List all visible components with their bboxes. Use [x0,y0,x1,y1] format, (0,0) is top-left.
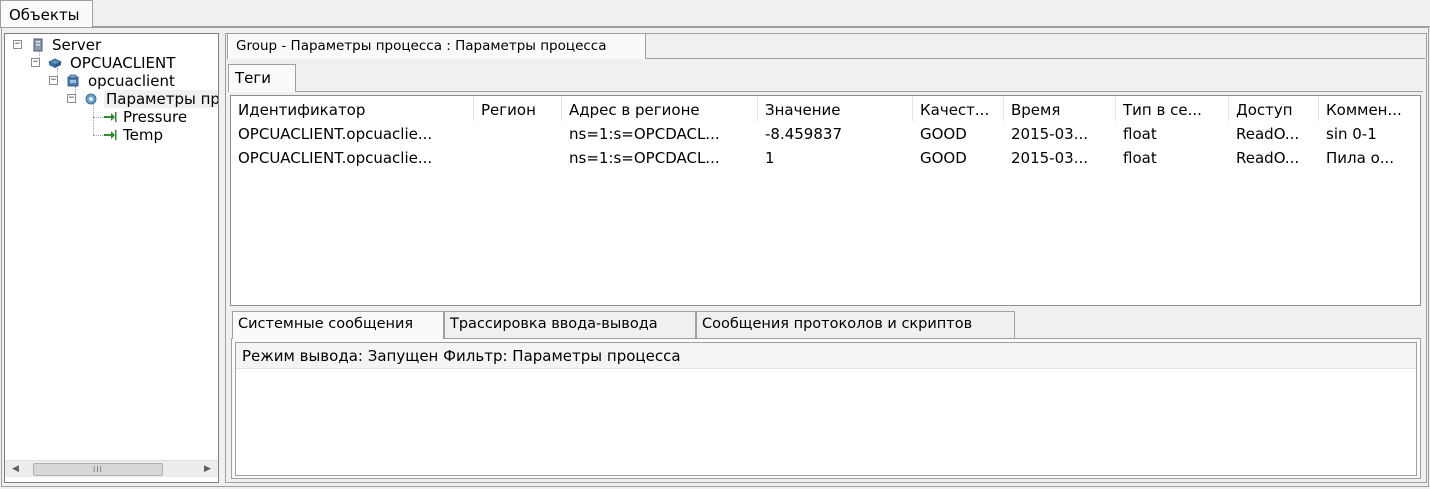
tree-node-label: opcuaclient [88,72,175,90]
object-tree[interactable]: − Server − OPCUACLIENT − opcuaclient − П… [4,33,219,483]
table-cell [474,146,562,170]
tree-node-label: Temp [123,126,163,144]
collapse-icon[interactable]: − [13,40,22,49]
table-cell: OPCUACLIENT.opcuaclie... [238,125,433,143]
scroll-left-icon[interactable]: ◀ [7,461,24,478]
column-header-access[interactable]: Доступ [1229,96,1319,121]
column-header-time[interactable]: Время [1004,96,1116,121]
table-cell: ns=1:s=OPCDACL... [569,149,720,167]
column-header-quality[interactable]: Качест... [913,96,1004,121]
tree-node-pressure[interactable]: Pressure [5,108,218,126]
tab-divider [228,91,1423,92]
table-cell: 2015-03... [1011,149,1088,167]
table-cell: ReadO... [1236,149,1300,167]
table-cell: float [1123,149,1157,167]
driver-icon [48,58,62,68]
tab-group-process-params[interactable]: Group - Параметры процесса : Параметры п… [227,33,646,59]
table-cell: ns=1:s=OPCDACL... [569,125,720,143]
table-cell: sin 0-1 [1326,125,1377,143]
table-cell [474,122,562,146]
scroll-right-icon[interactable]: ▶ [199,461,216,478]
tab-objects[interactable]: Объекты [0,0,93,28]
scrollbar-thumb[interactable]: III [33,463,163,476]
table-cell: OPCUACLIENT.opcuaclie... [238,149,433,167]
message-log[interactable]: Режим вывода: Запущен Фильтр: Параметры … [235,342,1417,476]
tree-node-server[interactable]: − Server [5,36,218,54]
tree-node-label: Параметры пр [104,90,218,108]
top-tab-strip [0,0,1430,27]
collapse-icon[interactable]: − [67,94,76,103]
collapse-icon[interactable]: − [31,58,40,67]
tree-node-label: OPCUACLIENT [70,54,176,72]
table-cell: -8.459837 [765,125,842,143]
group-icon [85,93,97,105]
tab-system-messages[interactable]: Системные сообщения [232,311,444,339]
column-header-identifier[interactable]: Идентификатор [231,96,474,121]
table-cell: Пила о... [1326,149,1395,167]
tree-horizontal-scrollbar[interactable]: ◀ III ▶ [5,460,218,477]
tab-io-trace[interactable]: Трассировка ввода-вывода [444,311,696,338]
table-cell: 1 [765,149,775,167]
tree-node-process-params[interactable]: − Параметры пр [5,90,218,108]
column-header-address[interactable]: Адрес в регионе [562,96,758,121]
collapse-icon[interactable]: − [49,76,58,85]
table-cell: 2015-03... [1011,125,1088,143]
table-cell: float [1123,125,1157,143]
table-cell: GOOD [920,125,967,143]
column-header-value[interactable]: Значение [758,96,913,121]
column-header-region[interactable]: Регион [474,96,562,121]
column-header-comment[interactable]: Коммен... [1319,96,1420,121]
tags-table[interactable]: Идентификатор Регион Адрес в регионе Зна… [230,95,1421,306]
log-entry: Режим вывода: Запущен Фильтр: Параметры … [236,343,1416,369]
device-icon [67,74,79,87]
tag-arrow-icon [104,130,117,140]
tree-node-label: Pressure [123,108,188,126]
tab-protocol-script-messages[interactable]: Сообщения протоколов и скриптов [696,311,1015,338]
tab-tags[interactable]: Теги [228,64,296,92]
tree-node-temp[interactable]: Temp [5,126,218,144]
table-cell: GOOD [920,149,967,167]
table-header: Идентификатор Регион Адрес в регионе Зна… [231,96,1420,121]
tree-node-label: Server [52,36,102,54]
tree-node-opcuaclient-driver[interactable]: − OPCUACLIENT [5,54,218,72]
tag-arrow-icon [104,112,117,122]
tree-node-opcuaclient-device[interactable]: − opcuaclient [5,72,218,90]
server-icon [33,38,43,52]
table-cell: ReadO... [1236,125,1300,143]
column-header-server-type[interactable]: Тип в се... [1116,96,1229,121]
